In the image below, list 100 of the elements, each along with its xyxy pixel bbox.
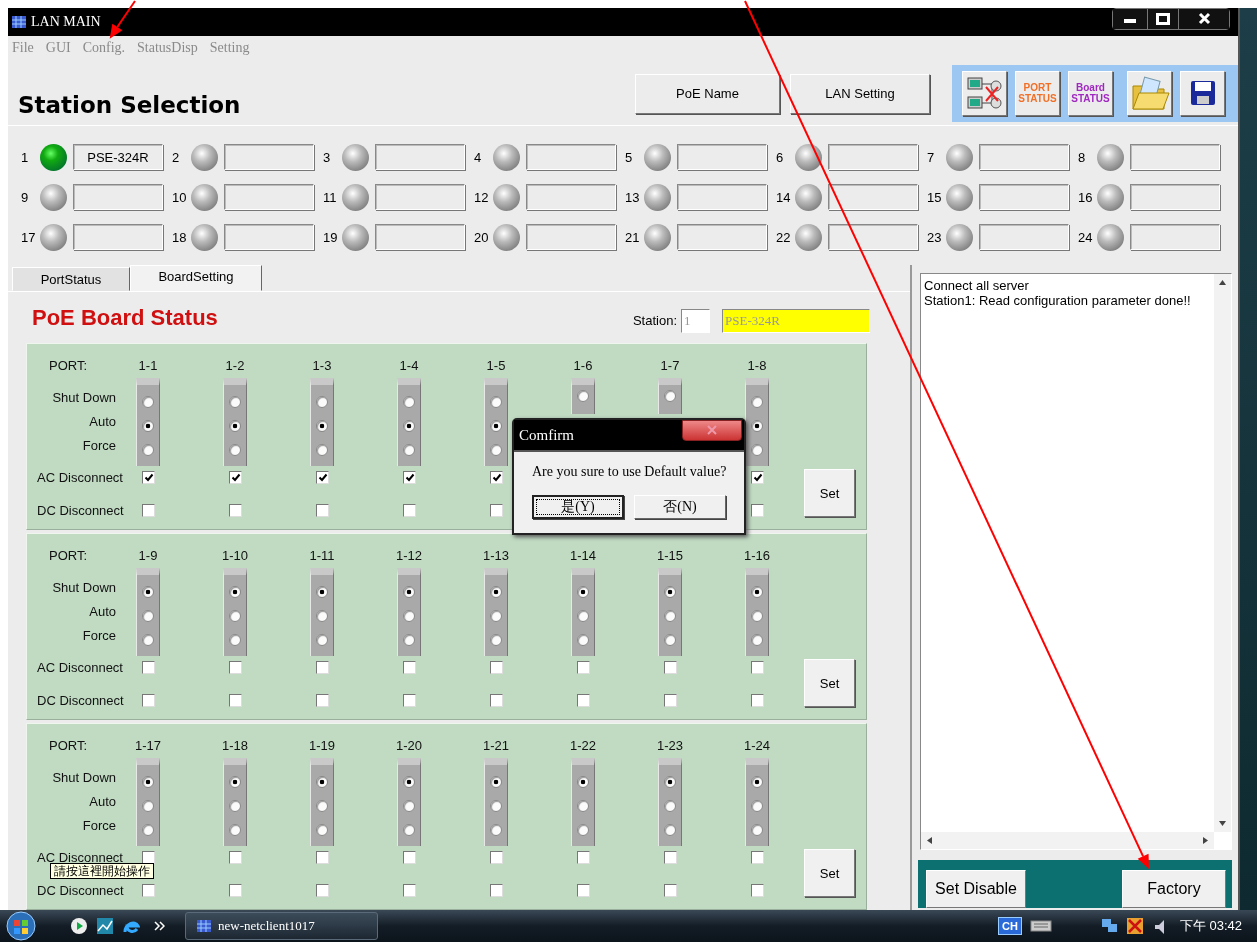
checkbox[interactable] xyxy=(316,884,329,897)
radio-button[interactable] xyxy=(577,800,589,812)
radio-button[interactable] xyxy=(664,824,676,836)
radio-button[interactable] xyxy=(229,634,241,646)
station-name-field[interactable] xyxy=(73,184,163,210)
station-name-field[interactable]: PSE-324R xyxy=(73,144,163,170)
station-name-field[interactable] xyxy=(979,144,1069,170)
radio-button[interactable] xyxy=(142,634,154,646)
radio-button[interactable] xyxy=(229,800,241,812)
radio-button[interactable] xyxy=(229,610,241,622)
checkbox[interactable] xyxy=(577,661,590,674)
radio-button[interactable] xyxy=(403,610,415,622)
checkbox[interactable] xyxy=(751,471,764,484)
station-name-field[interactable] xyxy=(73,224,163,250)
checkbox[interactable] xyxy=(664,661,677,674)
footer-button[interactable]: Factory xyxy=(1122,870,1226,908)
station-name-field[interactable] xyxy=(526,224,616,250)
dialog-button[interactable]: 是(Y) xyxy=(532,495,624,519)
radio-button[interactable] xyxy=(316,634,328,646)
set-button[interactable]: Set xyxy=(804,849,855,897)
station-name-field[interactable] xyxy=(224,224,314,250)
radio-button[interactable] xyxy=(316,420,328,432)
radio-button[interactable] xyxy=(229,444,241,456)
set-button[interactable]: Set xyxy=(804,469,855,517)
network-button[interactable] xyxy=(962,70,1007,116)
radio-button[interactable] xyxy=(142,800,154,812)
checkbox[interactable] xyxy=(316,504,329,517)
station-name-field[interactable] xyxy=(526,144,616,170)
station-name-field[interactable] xyxy=(1130,184,1220,210)
radio-button[interactable] xyxy=(577,824,589,836)
close-button[interactable] xyxy=(1179,8,1229,29)
checkbox[interactable] xyxy=(229,851,242,864)
station-name-field[interactable] xyxy=(828,224,918,250)
radio-button[interactable] xyxy=(403,420,415,432)
radio-button[interactable] xyxy=(403,824,415,836)
radio-button[interactable] xyxy=(664,586,676,598)
radio-button[interactable] xyxy=(664,800,676,812)
checkbox[interactable] xyxy=(316,471,329,484)
radio-button[interactable] xyxy=(751,420,763,432)
radio-button[interactable] xyxy=(664,776,676,788)
station-name-field[interactable] xyxy=(224,184,314,210)
station-name-field[interactable] xyxy=(979,184,1069,210)
station-name-field[interactable] xyxy=(375,224,465,250)
radio-button[interactable] xyxy=(751,800,763,812)
checkbox[interactable] xyxy=(664,884,677,897)
radio-button[interactable] xyxy=(751,824,763,836)
tab[interactable]: BoardSetting xyxy=(130,265,262,291)
checkbox[interactable] xyxy=(577,694,590,707)
radio-button[interactable] xyxy=(142,776,154,788)
station-name-field[interactable] xyxy=(828,184,918,210)
checkbox[interactable] xyxy=(142,694,155,707)
checkbox[interactable] xyxy=(403,694,416,707)
radio-button[interactable] xyxy=(142,444,154,456)
radio-button[interactable] xyxy=(490,586,502,598)
checkbox[interactable] xyxy=(751,851,764,864)
checkbox[interactable] xyxy=(229,884,242,897)
radio-button[interactable] xyxy=(577,390,589,402)
station-name-field[interactable] xyxy=(375,144,465,170)
radio-button[interactable] xyxy=(142,420,154,432)
checkbox[interactable] xyxy=(751,504,764,517)
open-button[interactable] xyxy=(1127,70,1172,116)
checkbox[interactable] xyxy=(490,661,503,674)
checkbox[interactable] xyxy=(577,884,590,897)
language-indicator[interactable]: CH xyxy=(997,917,1022,935)
radio-button[interactable] xyxy=(316,776,328,788)
checkbox[interactable] xyxy=(577,851,590,864)
radio-button[interactable] xyxy=(664,390,676,402)
radio-button[interactable] xyxy=(577,610,589,622)
taskbar-button[interactable]: new-netclient1017 xyxy=(185,912,378,940)
checkbox[interactable] xyxy=(229,661,242,674)
radio-button[interactable] xyxy=(316,586,328,598)
checkbox[interactable] xyxy=(229,694,242,707)
radio-button[interactable] xyxy=(490,800,502,812)
header-button[interactable]: PoE Name xyxy=(635,73,780,114)
checkbox[interactable] xyxy=(142,661,155,674)
close-button[interactable] xyxy=(682,419,742,441)
vertical-scrollbar[interactable] xyxy=(1214,274,1231,832)
radio-button[interactable] xyxy=(403,586,415,598)
checkbox[interactable] xyxy=(664,851,677,864)
dialog-button[interactable]: 否(N) xyxy=(634,495,726,519)
checkbox[interactable] xyxy=(403,661,416,674)
radio-button[interactable] xyxy=(229,420,241,432)
radio-button[interactable] xyxy=(229,396,241,408)
radio-button[interactable] xyxy=(490,396,502,408)
checkbox[interactable] xyxy=(490,504,503,517)
status-button[interactable]: Board STATUS xyxy=(1068,70,1113,116)
station-name-field[interactable] xyxy=(375,184,465,210)
radio-button[interactable] xyxy=(142,610,154,622)
station-name-field[interactable] xyxy=(828,144,918,170)
checkbox[interactable] xyxy=(751,661,764,674)
radio-button[interactable] xyxy=(316,396,328,408)
radio-button[interactable] xyxy=(751,776,763,788)
station-name-field[interactable] xyxy=(979,224,1069,250)
radio-button[interactable] xyxy=(490,824,502,836)
radio-button[interactable] xyxy=(229,776,241,788)
station-name-field[interactable] xyxy=(1130,144,1220,170)
station-name-field[interactable] xyxy=(526,184,616,210)
radio-button[interactable] xyxy=(229,586,241,598)
footer-button[interactable]: Set Disable xyxy=(926,870,1026,908)
checkbox[interactable] xyxy=(316,851,329,864)
